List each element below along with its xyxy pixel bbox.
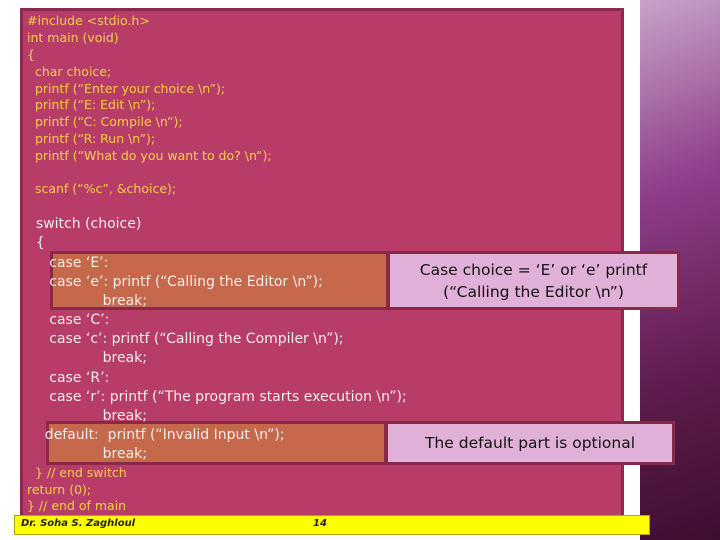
code-line: char choice; — [27, 64, 112, 79]
callout-default: The default part is optional — [388, 424, 672, 462]
footer-author: Dr. Soha S. Zaghloul — [21, 518, 136, 529]
code-line: printf (“R: Run \n”); — [27, 131, 156, 146]
code-line: break; — [27, 350, 148, 366]
callout-case-e: Case choice = ‘E’ or ‘e’ printf (“Callin… — [390, 254, 677, 307]
code-line: return (0); — [27, 482, 92, 497]
code-line: scanf (“%c”, &choice); — [27, 181, 177, 196]
code-line: } // end switch — [27, 465, 127, 480]
code-line: case ‘c’: printf (“Calling the Compiler … — [27, 331, 344, 347]
code-line: break; — [27, 446, 148, 462]
code-line: case ‘C’: — [27, 312, 110, 328]
code-line: int main (void) — [27, 30, 119, 45]
code-line: break; — [27, 408, 148, 424]
code-line: default: printf (“Invalid Input \n”); — [27, 427, 285, 443]
code-line: case ‘R’: — [27, 370, 110, 386]
page-number: 14 — [313, 518, 327, 529]
code-line: } // end of main — [27, 498, 127, 513]
code-line: printf (“Enter your choice \n”); — [27, 81, 226, 96]
code-line: #include <stdio.h> — [27, 13, 150, 28]
code-line: case ‘E’: — [27, 255, 109, 271]
code-line: { — [27, 47, 35, 62]
code-line: { — [27, 235, 45, 251]
code-line: switch (choice) — [27, 216, 142, 232]
code-line: printf (“E: Edit \n”); — [27, 97, 156, 112]
code-line: case ‘r’: printf (“The program starts ex… — [27, 389, 407, 405]
code-line: printf (“C: Compile \n”); — [27, 114, 183, 129]
footer-bar: Dr. Soha S. Zaghloul 14 — [14, 515, 650, 535]
code-line: break; — [27, 293, 148, 309]
callout-text: The default part is optional — [424, 434, 636, 452]
code-line: printf (“What do you want to do? \n“); — [27, 148, 272, 163]
callout-text: Case choice = ‘E’ or ‘e’ printf (“Callin… — [419, 260, 648, 301]
code-line: case ‘e’: printf (“Calling the Editor \n… — [27, 274, 323, 290]
